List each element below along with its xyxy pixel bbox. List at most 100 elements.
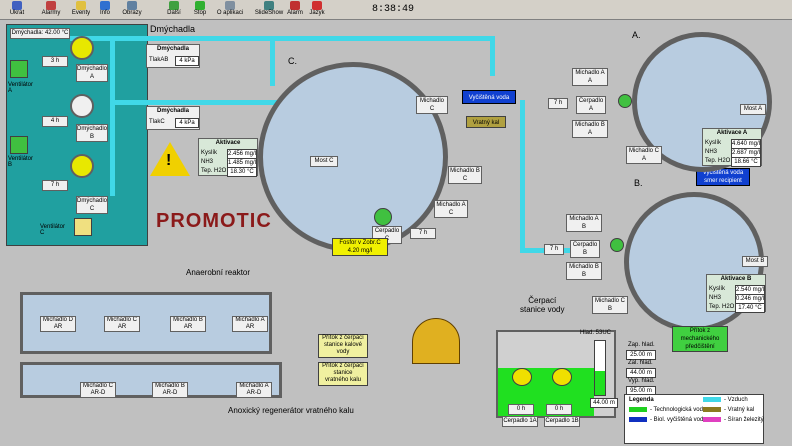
- aeration-c-panel: Aktivace Kyslík 2.456 mg/l NH3 1.485 mg/…: [198, 138, 258, 177]
- tank-a-bridge: Most A: [740, 104, 766, 115]
- mixer-d-ar: Michadlo D AR: [40, 316, 76, 332]
- fan-b-label: Ventilátor B: [8, 156, 34, 168]
- pump-1a-runtime: 0 h: [508, 404, 534, 415]
- alarm-button[interactable]: Alarm: [286, 1, 304, 19]
- tank-c-label: C.: [288, 56, 297, 66]
- phosphor-panel: Fosfor v Zobr.C 4.20 mg/l: [332, 238, 388, 256]
- tank-c-bridge: Most C: [310, 156, 338, 167]
- blower-b-label: Dmýchadlo B: [76, 124, 108, 142]
- events-icon: [76, 1, 86, 10]
- flag-icon: [312, 1, 322, 10]
- blower-c-runtime: 7 h: [42, 180, 68, 191]
- tank-c: [258, 62, 448, 252]
- language-button[interactable]: Jazyk: [308, 1, 326, 19]
- legend-item: - Síran železitý: [703, 417, 764, 423]
- fan-a-icon[interactable]: [10, 60, 28, 78]
- blower-a-label: Dmýchadlo A: [76, 64, 108, 82]
- mixer-a-ard: Michadlo A AR-D: [236, 382, 272, 398]
- events-button[interactable]: Eventy: [70, 1, 92, 19]
- about-button[interactable]: O aplikaci: [216, 1, 244, 19]
- blower-c-icon[interactable]: [70, 154, 94, 178]
- screens-button[interactable]: Obrazy: [120, 1, 144, 19]
- return-inflow-label: Přítok z čerpací stanice vratného kalu: [318, 362, 368, 386]
- mixer-a-a: Michadlo A A: [572, 68, 608, 86]
- mixer-c-ar: Michadlo C AR: [104, 316, 140, 332]
- legend: Legenda - Technologická voda - Biol. vyč…: [624, 394, 764, 444]
- blower-a-runtime: 3 h: [42, 56, 68, 67]
- toolbar: Ukrat Alarmy Eventy Info Obrazy Další St…: [0, 0, 792, 20]
- slideshow-icon: [264, 1, 274, 10]
- clean-water-label: Vyčištěná voda: [462, 90, 516, 104]
- level-gauge: [594, 340, 606, 396]
- mixer-c-ard: Michadlo C AR-D: [80, 382, 116, 398]
- blower-a-icon[interactable]: [70, 36, 94, 60]
- pressure-ab-value: 4 kPa: [175, 56, 199, 66]
- tank-a-label: A.: [632, 30, 641, 40]
- about-icon: [225, 1, 235, 10]
- air-pipe-b: [520, 100, 525, 250]
- level-label: Hlad. 53UC: [580, 330, 612, 336]
- next-button[interactable]: Další: [164, 1, 184, 19]
- aeration-b-panel: Aktivace B Kyslík 2.540 mg/l NH3 0.246 m…: [706, 274, 766, 313]
- legend-item: - Technologická voda: [629, 407, 706, 413]
- info-icon: [100, 1, 110, 10]
- slideshow-button[interactable]: SlideShow: [254, 1, 284, 19]
- pump-1a-label: Čerpadlo 1A: [502, 416, 538, 427]
- fan-b-icon[interactable]: [10, 136, 28, 154]
- air-pipe-vertical: [110, 36, 115, 196]
- level-value: 44.00 m: [590, 398, 618, 408]
- pump-1b-icon[interactable]: [552, 368, 572, 386]
- warning-mark: !: [166, 152, 172, 169]
- vyp-label: Vyp. hlad.: [628, 378, 655, 384]
- pressure-c-value: 4 kPa: [175, 118, 199, 128]
- mixer-b-a: Michadlo B A: [572, 120, 608, 138]
- blower-b-icon[interactable]: [70, 94, 94, 118]
- fan-c-icon[interactable]: [74, 218, 92, 236]
- sludge-inflow-label: Přítok z čerpací stanice kalové vody: [318, 334, 368, 358]
- zap2-label: Zal. hlad.: [628, 360, 653, 366]
- anaerobic-title: Anaerobní reaktor: [186, 268, 251, 277]
- mixer-a-b: Michadlo A B: [566, 214, 602, 232]
- pump-1a-icon[interactable]: [512, 368, 532, 386]
- mixer-b-c: Michadlo B C: [448, 166, 482, 184]
- pump-c-icon[interactable]: [374, 208, 392, 226]
- brand-logo: PROMOTIC: [156, 210, 272, 232]
- air-pipe-c: [270, 36, 275, 86]
- legend-item: - Biol. vyčištěná voda: [629, 417, 707, 423]
- mech-inflow-label: Přítok z mechanického předčištění: [672, 326, 728, 352]
- blower-b-runtime: 4 h: [42, 116, 68, 127]
- aeration-a-panel: Aktivace A Kyslík 4.640 mg/l NH3 2.687 m…: [702, 128, 762, 167]
- mixer-b-b: Michadlo B B: [566, 262, 602, 280]
- anoxic-title: Anoxický regenerátor vratného kalu: [228, 406, 354, 415]
- legend-item: - Vzduch: [703, 397, 748, 403]
- pump-1b-runtime: 0 h: [546, 404, 572, 415]
- gas-holder: [412, 318, 460, 364]
- alarms-button[interactable]: Alarmy: [40, 1, 62, 19]
- zap1-value[interactable]: 25.00 m: [626, 350, 656, 360]
- clock: 8:38:49: [372, 4, 415, 15]
- mixer-a-ar: Michadlo A AR: [232, 316, 268, 332]
- air-pipe-a: [490, 36, 495, 76]
- bell-icon: [290, 1, 300, 10]
- pump-a-icon[interactable]: [618, 94, 632, 108]
- save-button[interactable]: Ukrat: [6, 1, 28, 19]
- tank-b-bridge: Most B: [742, 256, 768, 267]
- zap2-value[interactable]: 44.00 m: [626, 368, 656, 378]
- legend-item: - Vratný kal: [703, 407, 754, 413]
- blowers-title: Dmýchadla: [150, 24, 196, 34]
- tank-b-label: B.: [634, 178, 643, 188]
- pump-b-label: Čerpadlo B: [570, 240, 600, 258]
- fan-c-label: Ventilátor C: [40, 224, 66, 236]
- mixer-c-a: Michadlo C A: [626, 146, 662, 164]
- pressure-c-panel: Dmýchadla TlakC 4 kPa: [146, 106, 200, 130]
- pump-c-runtime: 7 h: [410, 228, 436, 239]
- mixer-b-ar: Michadlo B AR: [170, 316, 206, 332]
- alarm-icon: [46, 1, 56, 10]
- pump-b-icon[interactable]: [610, 238, 624, 252]
- info-button[interactable]: Info: [98, 1, 112, 19]
- mixer-a-c: Michadlo A C: [434, 200, 468, 218]
- pressure-ab-panel: Dmýchadla TlakAB 4 kPa: [146, 44, 200, 68]
- stop-icon: [195, 1, 205, 10]
- stop-button[interactable]: Stop: [192, 1, 208, 19]
- level-gauge-fill: [595, 371, 605, 395]
